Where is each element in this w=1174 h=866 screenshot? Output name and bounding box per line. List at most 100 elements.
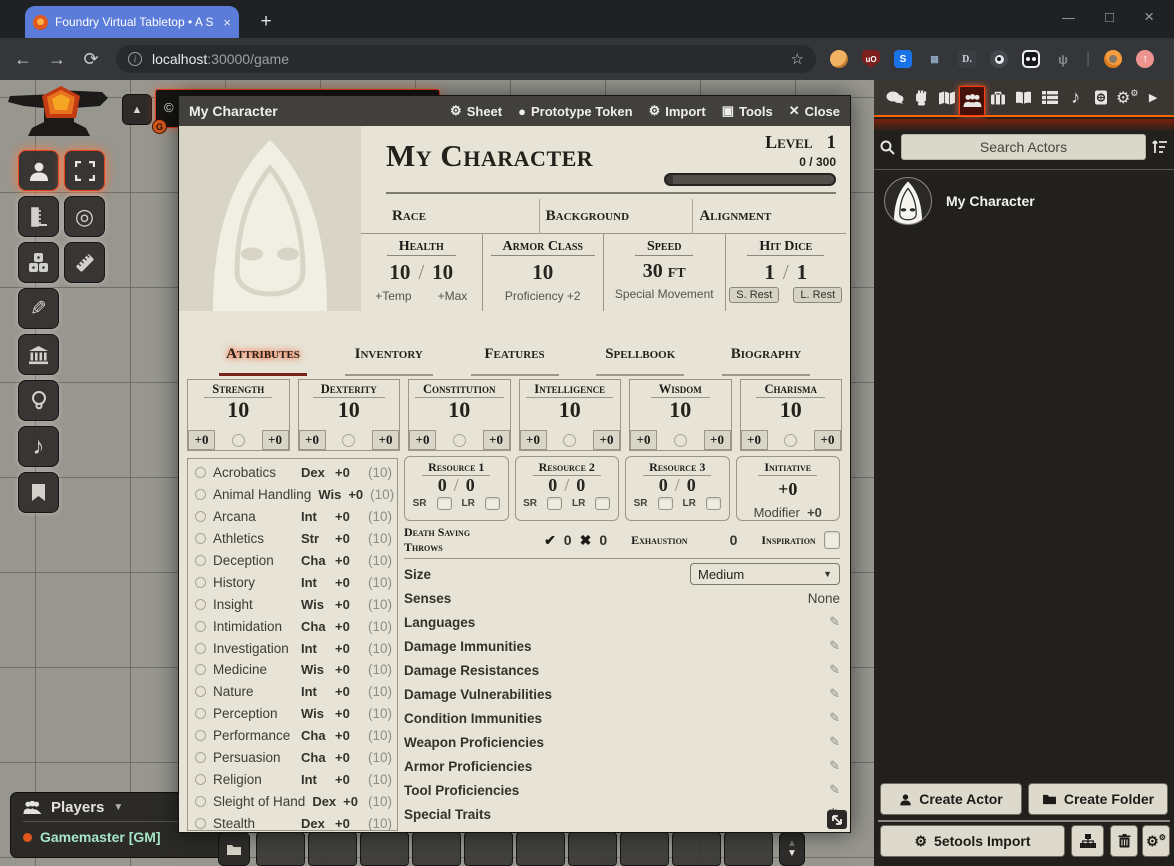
- diagonal-ruler-button[interactable]: [64, 242, 105, 283]
- cookie-extension-icon[interactable]: [830, 50, 848, 68]
- hotbar-page-down-icon[interactable]: ▼: [787, 849, 797, 859]
- tab-features[interactable]: Features: [471, 346, 559, 376]
- ability-mod[interactable]: +0: [630, 430, 657, 450]
- macro-folder-button[interactable]: [218, 832, 250, 866]
- skill-name[interactable]: Athletics: [213, 531, 294, 546]
- ability-block[interactable]: Charisma 10 +0 +0: [740, 379, 843, 451]
- players-collapse-icon[interactable]: ▼: [113, 802, 123, 813]
- death-success-icon[interactable]: ✔: [544, 532, 556, 549]
- skill-proficiency-toggle[interactable]: [195, 730, 206, 741]
- skill-name[interactable]: Performance: [213, 728, 294, 743]
- skill-proficiency-toggle[interactable]: [195, 599, 206, 610]
- armor-class-stat[interactable]: Armor Class 10 Proficiency +2: [482, 234, 604, 311]
- ability-score[interactable]: 10: [188, 398, 289, 422]
- skill-name[interactable]: Animal Handling: [213, 487, 311, 502]
- create-folder-button[interactable]: Create Folder: [1028, 783, 1168, 815]
- ability-score[interactable]: 10: [630, 398, 731, 422]
- s-extension-icon[interactable]: S: [894, 50, 912, 68]
- skill-name[interactable]: Deception: [213, 553, 294, 568]
- death-failure-icon[interactable]: ✖: [580, 532, 592, 549]
- skill-row[interactable]: Deception Cha +0 (10): [195, 550, 392, 572]
- window-maximize-icon[interactable]: □: [1105, 9, 1114, 26]
- skill-name[interactable]: Nature: [213, 684, 294, 699]
- tab-combat[interactable]: [908, 86, 934, 110]
- tab-compendium[interactable]: [1089, 86, 1115, 110]
- ability-score[interactable]: 10: [741, 398, 842, 422]
- skill-row[interactable]: Performance Cha +0 (10): [195, 725, 392, 747]
- tab-actors[interactable]: [959, 86, 985, 116]
- folder-tree-button[interactable]: [1071, 825, 1104, 857]
- grid-extension-icon[interactable]: ▦: [926, 50, 944, 68]
- ability-mod[interactable]: +0: [409, 430, 436, 450]
- ability-block[interactable]: Dexterity 10 +0 +0: [298, 379, 401, 451]
- skill-proficiency-toggle[interactable]: [195, 621, 206, 632]
- select-tool-button[interactable]: [64, 150, 105, 191]
- ability-block[interactable]: Intelligence 10 +0 +0: [519, 379, 622, 451]
- ability-save[interactable]: +0: [593, 430, 620, 450]
- skill-name[interactable]: Insight: [213, 597, 294, 612]
- skill-row[interactable]: Perception Wis +0 (10): [195, 703, 392, 725]
- hp-current[interactable]: 10: [389, 260, 410, 284]
- lighting-controls-button[interactable]: [18, 380, 59, 421]
- lr-checkbox[interactable]: [485, 497, 500, 510]
- macro-slot[interactable]: [516, 832, 565, 866]
- skill-proficiency-toggle[interactable]: [195, 643, 206, 654]
- skill-row[interactable]: History Int +0 (10): [195, 571, 392, 593]
- skill-name[interactable]: Intimidation: [213, 619, 294, 634]
- resource-block[interactable]: Resource 1 0/0 SR LR: [404, 456, 509, 521]
- tab-biography[interactable]: Biography: [722, 346, 810, 376]
- tab-tables[interactable]: [1037, 86, 1063, 110]
- skill-proficiency-toggle[interactable]: [195, 467, 206, 478]
- ability-save[interactable]: +0: [704, 430, 731, 450]
- resource-current[interactable]: 0: [438, 475, 447, 495]
- skill-proficiency-toggle[interactable]: [195, 796, 206, 807]
- tab-attributes[interactable]: Attributes: [219, 346, 307, 376]
- actor-name[interactable]: My Character: [946, 193, 1035, 209]
- skill-row[interactable]: Arcana Int +0 (10): [195, 506, 392, 528]
- macro-slot[interactable]: [724, 832, 773, 866]
- hit-dice-stat[interactable]: Hit Dice 1/1 S. Rest L. Rest: [725, 234, 847, 311]
- long-rest-button[interactable]: L. Rest: [793, 287, 842, 303]
- skill-row[interactable]: Intimidation Cha +0 (10): [195, 615, 392, 637]
- tab-playlists[interactable]: ♪: [1063, 86, 1089, 110]
- edit-icon[interactable]: ✎: [829, 686, 840, 702]
- size-select[interactable]: Medium ▼: [690, 563, 840, 585]
- skill-row[interactable]: Nature Int +0 (10): [195, 681, 392, 703]
- resource-max[interactable]: 0: [466, 475, 475, 495]
- actor-list-item[interactable]: My Character: [874, 172, 1174, 230]
- character-name[interactable]: My Character: [386, 138, 593, 174]
- skill-name[interactable]: Investigation: [213, 641, 294, 656]
- xp-text[interactable]: 0 / 300: [664, 155, 836, 169]
- ability-mod[interactable]: +0: [520, 430, 547, 450]
- resource-title[interactable]: Resource 1: [422, 460, 490, 476]
- create-actor-button[interactable]: Create Actor: [880, 783, 1022, 815]
- exhaustion-value[interactable]: 0: [730, 532, 738, 548]
- ability-mod[interactable]: +0: [741, 430, 768, 450]
- window-titlebar[interactable]: My Character ⚙Sheet ●Prototype Token ⚙Im…: [179, 96, 850, 126]
- browser-tab[interactable]: Foundry Virtual Tabletop • A Stan ×: [25, 6, 239, 38]
- skill-name[interactable]: Perception: [213, 706, 294, 721]
- back-button[interactable]: ←: [6, 49, 40, 70]
- save-proficiency-toggle[interactable]: [453, 434, 466, 447]
- senses-row[interactable]: Senses None: [404, 586, 840, 610]
- sort-filter-icon[interactable]: [1152, 140, 1168, 154]
- resource-title[interactable]: Resource 2: [533, 460, 601, 476]
- resource-current[interactable]: 0: [659, 475, 668, 495]
- edit-icon[interactable]: ✎: [829, 614, 840, 630]
- edit-icon[interactable]: ✎: [829, 710, 840, 726]
- speed-value[interactable]: 30 ft: [643, 260, 686, 282]
- glasses-extension-icon[interactable]: [1022, 50, 1040, 68]
- skill-row[interactable]: Athletics Str +0 (10): [195, 528, 392, 550]
- forward-button[interactable]: →: [40, 49, 74, 70]
- health-stat[interactable]: Health 10/10 +Temp+Max: [361, 234, 482, 311]
- bookmark-star-icon[interactable]: ☆: [791, 50, 804, 68]
- window-close-icon[interactable]: ×: [1144, 7, 1154, 27]
- skill-row[interactable]: Stealth Dex +0 (10): [195, 812, 392, 831]
- eye-extension-icon[interactable]: [990, 50, 1008, 68]
- skill-proficiency-toggle[interactable]: [195, 686, 206, 697]
- hit-dice-current[interactable]: 1: [764, 260, 775, 284]
- macro-slot[interactable]: [620, 832, 669, 866]
- skill-proficiency-toggle[interactable]: [195, 774, 206, 785]
- game-canvas[interactable]: ▲ © New Scene G ◎ ✎ ♪ Players: [0, 80, 1174, 866]
- fork-extension-icon[interactable]: ψ: [1054, 50, 1072, 68]
